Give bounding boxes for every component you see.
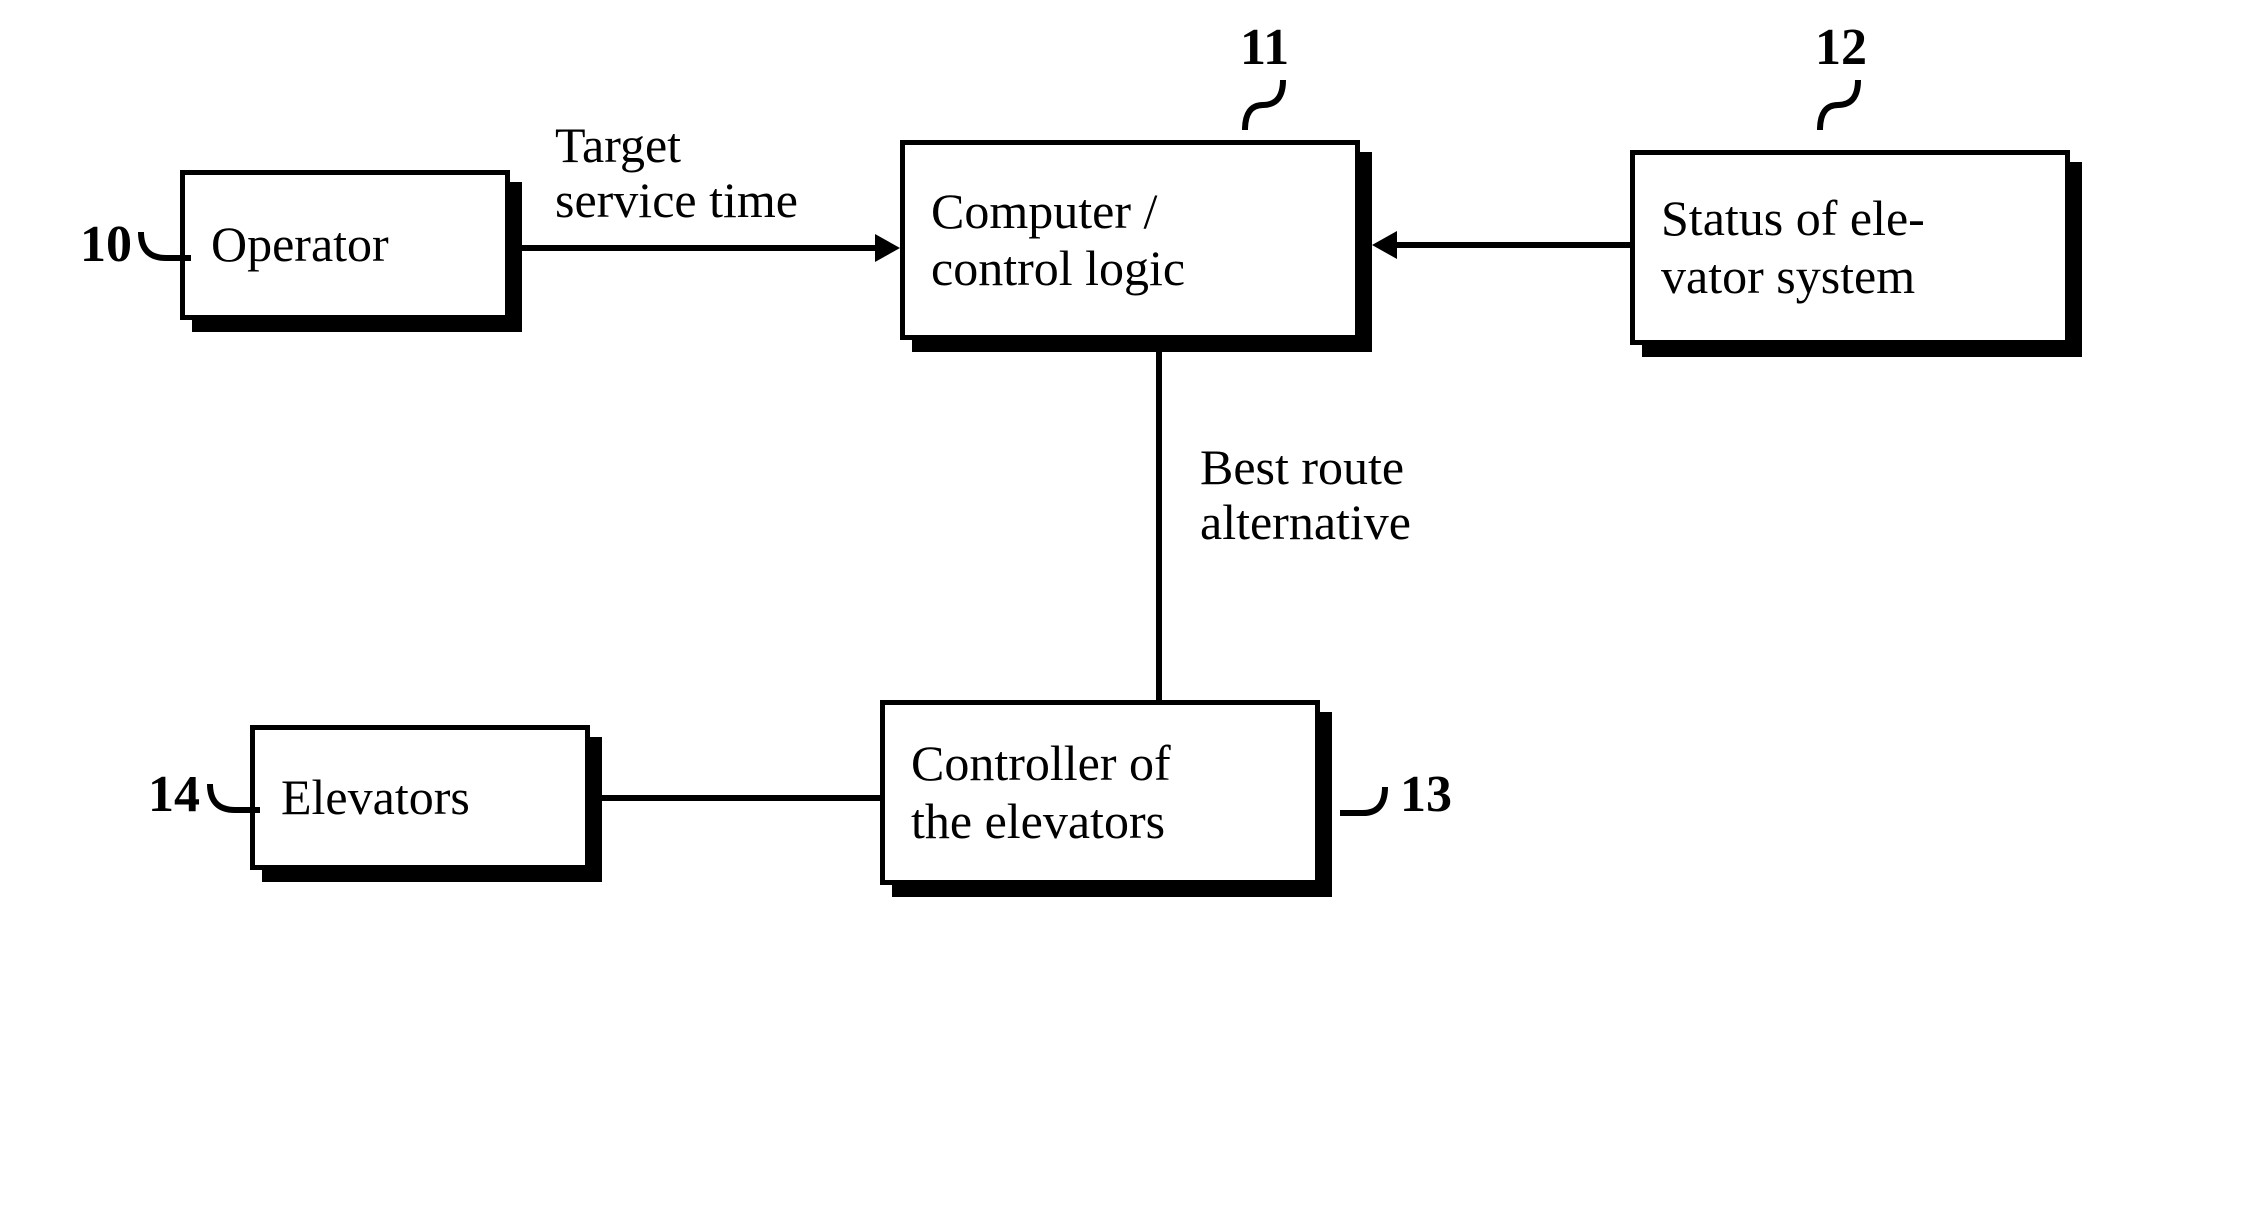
edge-op-to-comp-label: Target service time	[555, 118, 798, 228]
ref-10: 10	[80, 215, 132, 274]
node-elevators: Elevators	[250, 725, 590, 870]
node-status: Status of ele- vator system	[1630, 150, 2070, 345]
ref-11: 11	[1240, 18, 1289, 77]
ref-13-hook	[1335, 765, 1393, 823]
ref-12-hook	[1810, 75, 1868, 133]
diagram-canvas: Operator Computer / control logic Status…	[0, 0, 2253, 1231]
node-status-label: Status of ele- vator system	[1661, 190, 1925, 305]
edge-elev-to-ctrl	[600, 792, 880, 804]
edge-op-to-comp	[520, 228, 900, 268]
node-operator: Operator	[180, 170, 510, 320]
ref-14: 14	[148, 765, 200, 824]
ref-13: 13	[1400, 765, 1452, 824]
ref-10-hook	[136, 210, 194, 268]
node-elevators-label: Elevators	[281, 769, 470, 827]
edge-status-to-comp	[1372, 225, 1630, 265]
ref-12: 12	[1815, 18, 1867, 77]
node-computer: Computer / control logic	[900, 140, 1360, 340]
ref-11-hook	[1235, 75, 1293, 133]
ref-14-hook	[205, 762, 263, 820]
edge-comp-to-ctrl	[1153, 350, 1165, 700]
node-controller-label: Controller of the elevators	[911, 735, 1171, 850]
edge-comp-to-ctrl-label: Best route alternative	[1200, 440, 1411, 550]
node-operator-label: Operator	[211, 216, 389, 274]
node-controller: Controller of the elevators	[880, 700, 1320, 885]
node-computer-label: Computer / control logic	[931, 183, 1185, 298]
